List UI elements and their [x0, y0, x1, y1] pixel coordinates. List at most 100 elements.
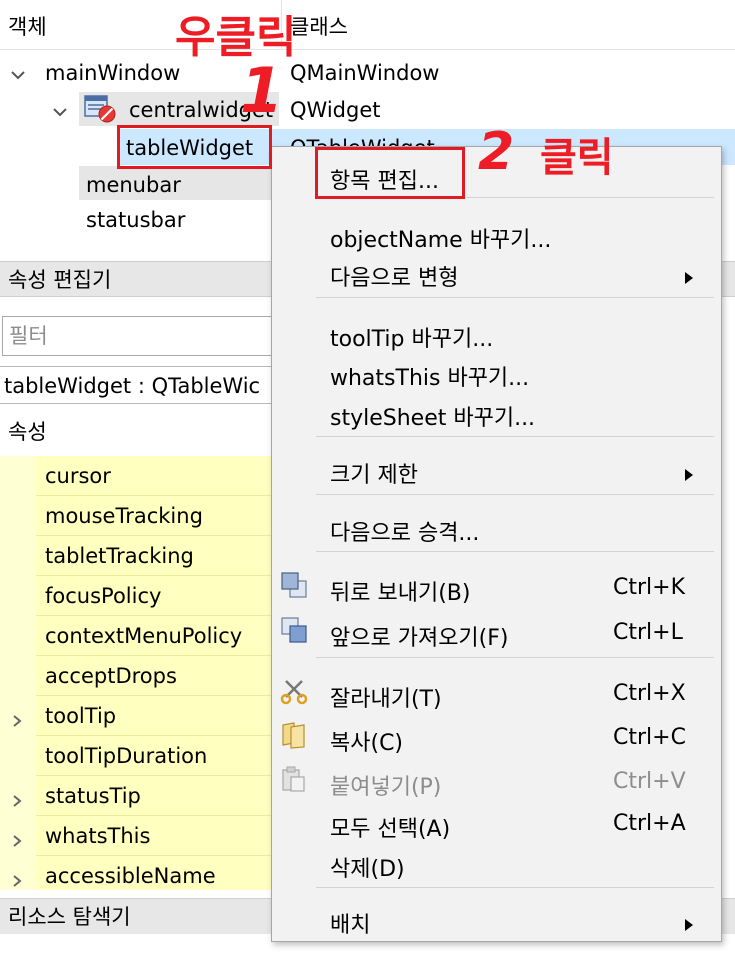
property-list: cursor mouseTracking tabletTracking focusPo…: [0, 456, 290, 890]
paste-icon: [280, 765, 308, 793]
menu-item-label: styleSheet 바꾸기...: [330, 406, 536, 431]
menu-item-cut[interactable]: 잘라내기(T) Ctrl+X: [272, 673, 721, 712]
tree-item-class: QMainWindow: [290, 61, 440, 85]
menu-item-copy[interactable]: 복사(C) Ctrl+C: [272, 717, 721, 756]
menu-item-label: 삭제(D): [330, 857, 405, 882]
menu-item-shortcut: Ctrl+V: [613, 769, 686, 794]
tree-item-name: mainWindow: [45, 61, 181, 85]
menu-item-morph-into[interactable]: 다음으로 변형: [272, 252, 721, 291]
property-name: contextMenuPolicy: [45, 624, 243, 648]
property-row[interactable]: toolTip: [0, 696, 290, 736]
property-column-header[interactable]: 속성: [0, 410, 290, 454]
menu-item-label: 잘라내기(T): [330, 687, 442, 712]
menu-item-promote-to[interactable]: 다음으로 승격...: [272, 507, 721, 546]
menu-item-label: 배치: [330, 913, 371, 938]
menu-separator: [316, 494, 714, 495]
tree-item-name: menubar: [86, 173, 181, 197]
property-row[interactable]: cursor: [0, 456, 290, 496]
property-row[interactable]: toolTipDuration: [0, 736, 290, 776]
menu-item-label: 붙여넣기(P): [330, 775, 442, 800]
property-name: statusTip: [45, 784, 141, 808]
property-name: acceptDrops: [45, 664, 177, 688]
column-header-object[interactable]: 객체: [8, 17, 47, 38]
property-object-class-label: tableWidget : QTableWic: [0, 366, 290, 404]
property-name: cursor: [45, 464, 111, 488]
property-row[interactable]: acceptDrops: [0, 656, 290, 696]
menu-item-shortcut: Ctrl+L: [613, 620, 683, 645]
property-row-gutter: [0, 616, 36, 656]
property-name: whatsThis: [45, 824, 151, 848]
menu-item-shortcut: Ctrl+K: [613, 575, 686, 600]
submenu-arrow-icon: [685, 265, 693, 289]
chevron-right-icon[interactable]: [12, 829, 22, 853]
menu-item-label: objectName 바꾸기...: [330, 228, 552, 253]
column-header-class[interactable]: 클래스: [290, 17, 348, 38]
copy-icon: [280, 721, 308, 749]
object-tree-header: [0, 0, 735, 50]
menu-item-label: 모두 선택(A): [330, 817, 451, 842]
property-row[interactable]: contextMenuPolicy: [0, 616, 290, 656]
bring-to-front-icon: [280, 616, 308, 644]
annotation-step2-text: 클릭: [540, 135, 614, 181]
annotation-step1-number: 1: [240, 54, 284, 127]
tree-row-mainwindow[interactable]: mainWindow QMainWindow: [0, 55, 735, 89]
menu-item-change-tooltip[interactable]: toolTip 바꾸기...: [272, 313, 721, 352]
menu-separator: [316, 657, 714, 658]
menu-item-shortcut: Ctrl+A: [613, 811, 686, 836]
resource-browser-title: 리소스 탐색기: [8, 905, 131, 929]
menu-item-change-stylesheet[interactable]: styleSheet 바꾸기...: [272, 392, 721, 431]
menu-item-send-to-back[interactable]: 뒤로 보내기(B) Ctrl+K: [272, 567, 721, 606]
tree-item-class: QWidget: [290, 98, 381, 122]
annotation-step2-number: 2: [478, 122, 515, 182]
submenu-arrow-icon: [685, 912, 693, 936]
property-row[interactable]: mouseTracking: [0, 496, 290, 536]
column-header-property: 속성: [8, 420, 47, 444]
property-name: focusPolicy: [45, 584, 162, 608]
menu-item-label: 크기 제한: [330, 463, 418, 488]
property-row[interactable]: statusTip: [0, 776, 290, 816]
property-name: toolTip: [45, 704, 117, 728]
submenu-arrow-icon: [685, 462, 693, 486]
property-name: accessibleName: [45, 864, 216, 888]
property-row[interactable]: tabletTracking: [0, 536, 290, 576]
property-row-gutter: [0, 456, 36, 496]
property-row[interactable]: whatsThis: [0, 816, 290, 856]
menu-item-label: 앞으로 가져오기(F): [330, 626, 509, 651]
menu-item-label: 다음으로 변형: [330, 266, 459, 291]
chevron-right-icon[interactable]: [12, 869, 22, 890]
property-row-gutter: [0, 496, 36, 536]
chevron-down-icon[interactable]: [52, 100, 68, 124]
property-name: tabletTracking: [45, 544, 194, 568]
chevron-right-icon[interactable]: [12, 789, 22, 813]
chevron-right-icon[interactable]: [12, 709, 22, 733]
annotation-box-tablewidget: [117, 125, 272, 169]
property-name: mouseTracking: [45, 504, 203, 528]
menu-item-select-all[interactable]: 모두 선택(A) Ctrl+A: [272, 803, 721, 842]
menu-item-label: 복사(C): [330, 731, 404, 756]
scissors-icon: [280, 677, 308, 705]
property-filter-box[interactable]: [2, 316, 282, 356]
tree-row-centralwidget[interactable]: centralwidget QWidget: [0, 92, 735, 126]
property-row[interactable]: accessibleName: [0, 856, 290, 890]
property-filter-input[interactable]: [3, 317, 281, 355]
menu-item-delete[interactable]: 삭제(D): [272, 843, 721, 882]
menu-item-size-constraints[interactable]: 크기 제한: [272, 449, 721, 488]
property-row-gutter: [0, 656, 36, 696]
send-to-back-icon: [280, 571, 308, 599]
property-row-gutter: [0, 576, 36, 616]
menu-item-bring-to-front[interactable]: 앞으로 가져오기(F) Ctrl+L: [272, 612, 721, 651]
menu-item-change-whatsthis[interactable]: whatsThis 바꾸기...: [272, 352, 721, 391]
menu-separator: [316, 297, 714, 298]
widget-broken-layout-icon: [84, 94, 118, 129]
menu-item-change-objectname[interactable]: objectName 바꾸기...: [272, 214, 721, 253]
property-row-gutter: [0, 736, 36, 776]
menu-item-layout[interactable]: 배치: [272, 899, 721, 938]
chevron-down-icon[interactable]: [10, 63, 26, 87]
property-name: toolTipDuration: [45, 744, 208, 768]
menu-item-shortcut: Ctrl+C: [613, 725, 686, 750]
property-editor-title: 속성 편집기: [8, 268, 112, 292]
menu-item-paste: 붙여넣기(P) Ctrl+V: [272, 761, 721, 800]
menu-item-label: toolTip 바꾸기...: [330, 327, 494, 352]
property-row[interactable]: focusPolicy: [0, 576, 290, 616]
menu-item-shortcut: Ctrl+X: [613, 681, 686, 706]
